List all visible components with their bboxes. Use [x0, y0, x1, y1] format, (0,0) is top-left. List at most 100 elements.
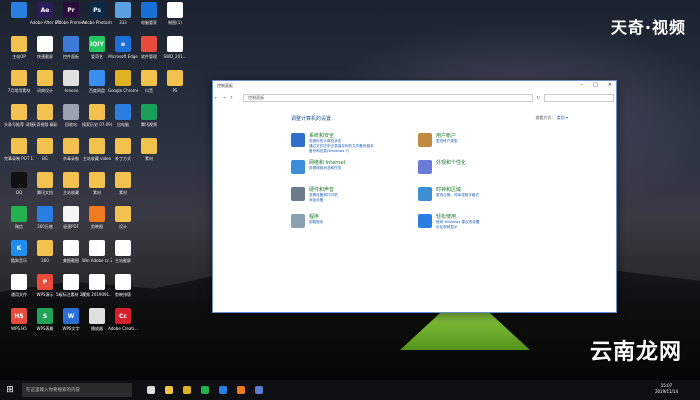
app-icon: Ps — [89, 2, 105, 18]
app-icon — [115, 240, 131, 256]
app-icon — [89, 104, 105, 120]
clock-date: 2019/11/14 — [654, 389, 678, 394]
app-icon — [141, 36, 157, 52]
category-icon — [291, 133, 305, 147]
page-title: 调整计算机的设置 — [291, 116, 332, 122]
maximize-button[interactable]: □ — [593, 82, 598, 88]
watermark-bottom-right: 云南龙网 — [589, 340, 682, 365]
desktop-icon-label: 剪映排版 — [115, 292, 131, 297]
taskbar-task-view-icon[interactable] — [147, 386, 155, 394]
refresh-icon[interactable]: ↻ — [537, 95, 540, 100]
desktop-icon[interactable]: 设计 — [108, 206, 138, 244]
category-icon — [291, 214, 305, 228]
taskbar-app2-icon[interactable] — [237, 386, 245, 394]
view-by-label: 查看方式： — [535, 115, 556, 120]
app-icon — [37, 36, 53, 52]
app-icon — [37, 240, 53, 256]
category-icon — [291, 160, 305, 174]
category-item[interactable]: 网络和 Internet 查看网络状态和任务 — [291, 160, 345, 174]
app-icon — [115, 2, 131, 18]
desktop-icon-label: 设计 — [119, 224, 127, 229]
forward-button[interactable]: → — [222, 95, 225, 100]
desktop-icon[interactable]: 素材 — [108, 172, 138, 210]
app-icon — [37, 104, 53, 120]
app-icon — [63, 172, 79, 188]
category-item[interactable]: 硬件和声音 查看设备和打印机 添加设备 — [291, 187, 338, 203]
window-titlebar[interactable]: 控制面板 – □ ✕ — [213, 81, 616, 91]
up-button[interactable]: ↑ — [230, 95, 233, 100]
taskbar-control-icon[interactable] — [255, 386, 263, 394]
breadcrumb: 控制面板 — [248, 94, 265, 100]
app-icon — [11, 138, 27, 154]
taskbar-app-icon[interactable] — [219, 386, 227, 394]
taskbar: ⊞ 在这里输入你要搜索的内容 — [0, 380, 700, 400]
app-icon — [141, 138, 157, 154]
app-icon — [89, 70, 105, 86]
category-item[interactable]: 时钟和区域 更改日期、时间或数字格式 — [418, 187, 479, 201]
desktop-icon[interactable]: 主站截屏 — [108, 240, 138, 278]
app-icon: P — [37, 274, 53, 290]
desktop-icon-label: Adobe Creati... — [108, 326, 138, 331]
app-icon — [167, 70, 183, 86]
category-title[interactable]: 外观和个性化 — [436, 160, 466, 166]
app-icon: S — [37, 308, 53, 324]
taskbar-explorer-icon[interactable] — [165, 386, 173, 394]
category-item[interactable]: 轻松使用 使用 Windows 建议的设置 优化视频显示 — [418, 214, 479, 230]
desktop-icon[interactable]: 素材 — [134, 138, 164, 176]
category-link[interactable]: 添加设备 — [309, 198, 338, 203]
app-icon — [115, 274, 131, 290]
category-icon — [418, 133, 432, 147]
desktop-icon[interactable]: SWD_201... — [160, 36, 190, 74]
category-link[interactable]: 更改帐户类型 — [436, 139, 458, 144]
category-link[interactable]: 查看网络状态和任务 — [309, 166, 345, 171]
taskbar-wechat-icon[interactable] — [201, 386, 209, 394]
address-field[interactable]: 控制面板 — [243, 93, 533, 102]
app-icon — [37, 172, 53, 188]
category-item[interactable]: 用户帐户 更改帐户类型 — [418, 133, 458, 147]
category-link[interactable]: 优化视频显示 — [436, 225, 479, 230]
taskbar-search-input[interactable]: 在这里输入你要搜索的内容 — [22, 383, 132, 397]
taskbar-chrome-icon[interactable] — [183, 386, 191, 394]
search-input[interactable] — [544, 93, 614, 102]
app-icon — [11, 2, 27, 18]
app-icon — [167, 2, 183, 18]
app-icon — [11, 70, 27, 86]
desktop-icon-label: 主站截屏 — [115, 258, 131, 263]
app-icon — [37, 206, 53, 222]
desktop-icon-label: 素材 — [119, 190, 127, 195]
category-icon — [291, 187, 305, 201]
category-link[interactable]: 备份和还原(Windows 7) — [309, 149, 374, 154]
desktop-icon[interactable]: 剪映排版 — [108, 274, 138, 312]
taskbar-apps — [142, 386, 268, 394]
app-icon — [89, 274, 105, 290]
app-icon: Cc — [115, 308, 131, 324]
desktop-icon[interactable]: PS — [160, 70, 190, 108]
minimize-button[interactable]: – — [581, 82, 584, 88]
app-icon — [63, 138, 79, 154]
desktop-icon[interactable]: Cc Adobe Creati... — [108, 308, 138, 346]
app-icon — [89, 206, 105, 222]
app-icon — [141, 2, 157, 18]
app-icon: Ae — [37, 2, 53, 18]
category-item[interactable]: 系统和安全 查看你的计算机状态 通过文件历史记录保存你的文件备份副本 备份和还原(Wi… — [291, 133, 374, 154]
app-icon — [11, 274, 27, 290]
view-by: 查看方式： 类别 ▾ — [535, 115, 568, 121]
app-icon — [37, 138, 53, 154]
category-item[interactable]: 程序 卸载程序 — [291, 214, 323, 228]
start-button[interactable]: ⊞ — [0, 380, 20, 400]
desktop-icon[interactable]: 腾讯视频 — [134, 104, 164, 142]
desktop-icon-label: 制图(1) — [168, 20, 182, 25]
back-button[interactable]: ← — [215, 95, 218, 100]
category-item[interactable]: 外观和个性化 — [418, 160, 466, 174]
taskbar-clock[interactable]: 15:07 2019/11/14 — [655, 383, 678, 395]
desktop-icon[interactable]: 制图(1) — [160, 2, 190, 40]
app-icon — [115, 172, 131, 188]
watermark-top-right: 天奇·视频 — [610, 18, 686, 37]
app-icon — [11, 206, 27, 222]
category-link[interactable]: 卸载程序 — [309, 220, 323, 225]
view-by-dropdown[interactable]: 类别 ▾ — [557, 115, 568, 120]
category-link[interactable]: 更改日期、时间或数字格式 — [436, 193, 479, 198]
desktop-icon-label: SWD_201... — [163, 54, 187, 59]
close-button[interactable]: ✕ — [608, 82, 612, 88]
control-panel-window: 控制面板 – □ ✕ ← → ↑ 控制面板 ↻ 调整计算机的设置 查看方式： 类… — [212, 80, 617, 313]
